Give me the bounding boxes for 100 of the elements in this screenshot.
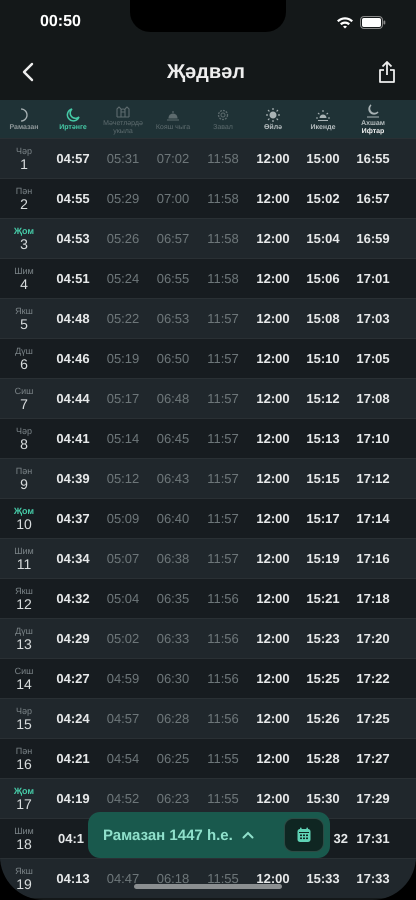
- time-cell: 05:17: [106, 391, 140, 406]
- time-cell: 05:07: [106, 551, 140, 566]
- day-number: 1: [20, 156, 28, 172]
- time-cell: 05:19: [106, 351, 140, 366]
- month-picker[interactable]: Рамазан 1447 һ.е.: [88, 812, 330, 858]
- day-number: 14: [16, 676, 32, 692]
- day-number: 19: [16, 876, 32, 892]
- time-cell: 05:14: [106, 431, 140, 446]
- time-cell: 06:35: [156, 591, 190, 606]
- time-cell: 17:08: [356, 391, 390, 406]
- weekday-label: Җом: [14, 226, 34, 236]
- weekday-label: Җом: [14, 506, 34, 516]
- time-cell: 05:04: [106, 591, 140, 606]
- day-number: 16: [16, 756, 32, 772]
- weekday-label: Чәр: [16, 706, 32, 716]
- time-cell: 12:00: [256, 471, 290, 486]
- time-cell: 15:21: [306, 591, 340, 606]
- time-cell: 04:52: [106, 791, 140, 806]
- day-number: 13: [16, 636, 32, 652]
- time-cell: 06:38: [156, 551, 190, 566]
- time-cell: 05:09: [106, 511, 140, 526]
- time-cell: 12:00: [256, 751, 290, 766]
- weekday-label: Шим: [14, 266, 34, 276]
- time-cell: 15:17: [306, 511, 340, 526]
- time-cell: 11:56: [207, 671, 239, 686]
- time-cell: 06:40: [156, 511, 190, 526]
- time-cell: 11:57: [207, 551, 239, 566]
- time-cell: 17:22: [356, 671, 390, 686]
- time-cell: 12:00: [256, 191, 290, 206]
- weekday-label: Дүш: [15, 346, 33, 356]
- time-cell: 04:19: [56, 791, 90, 806]
- time-cell: 05:22: [106, 311, 140, 326]
- time-cell: 04:57: [106, 711, 140, 726]
- crescent-moon-icon: [65, 106, 81, 123]
- time-cell: 12:00: [256, 671, 290, 686]
- time-cell: 15:15: [306, 471, 340, 486]
- time-cell: 04:44: [56, 391, 90, 406]
- time-cell: 15:25: [306, 671, 340, 686]
- weekday-label: Шим: [14, 826, 34, 836]
- time-cell: 12:00: [256, 511, 290, 526]
- time-cell: 15:23: [306, 631, 340, 646]
- time-cell: 06:48: [156, 391, 190, 406]
- time-cell: 15:28: [306, 751, 340, 766]
- time-cell: 16:57: [356, 191, 390, 206]
- time-cell: 05:29: [106, 191, 140, 206]
- day-number: 8: [20, 436, 28, 452]
- time-cell: 04:47: [106, 871, 140, 886]
- weekday-label: Дүш: [15, 626, 33, 636]
- time-cell: 17:25: [356, 711, 390, 726]
- time-cell: 11:57: [207, 351, 239, 366]
- time-cell: 05:26: [106, 231, 140, 246]
- day-number: 5: [20, 316, 28, 332]
- time-cell: 12:00: [256, 551, 290, 566]
- time-cell: 17:16: [356, 551, 390, 566]
- time-cell: 17:05: [356, 351, 390, 366]
- time-cell: 15:13: [306, 431, 340, 446]
- time-cell: 12:00: [256, 631, 290, 646]
- time-cell: 06:33: [156, 631, 190, 646]
- time-cell: 17:18: [356, 591, 390, 606]
- day-number: 18: [16, 836, 32, 852]
- time-cell: 11:57: [207, 311, 239, 326]
- chevron-left-icon: [22, 62, 34, 82]
- time-cell: 11:57: [207, 391, 239, 406]
- weekday-label: Җом: [14, 786, 34, 796]
- time-cell: 11:55: [207, 751, 239, 766]
- time-cell: 15:12: [306, 391, 340, 406]
- time-cell: 07:02: [156, 151, 190, 166]
- time-cell: 15:00: [306, 151, 340, 166]
- time-cell: 05:12: [106, 471, 140, 486]
- battery-icon: [360, 16, 386, 28]
- weekday-label: Сиш: [14, 666, 34, 676]
- time-cell: 12:00: [256, 271, 290, 286]
- time-cell: 11:57: [207, 511, 239, 526]
- time-cell: 15:08: [306, 311, 340, 326]
- screen-title: Җәдвәл: [166, 60, 246, 84]
- day-number: 15: [16, 716, 32, 732]
- time-cell: 04:46: [56, 351, 90, 366]
- month-picker-label[interactable]: Рамазан 1447 һ.е.: [103, 826, 233, 844]
- time-cell: 06:50: [156, 351, 190, 366]
- time-cell: 05:31: [106, 151, 140, 166]
- time-cell: 06:43: [156, 471, 190, 486]
- time-cell: 17:29: [356, 791, 390, 806]
- time-cell: 04:39: [56, 471, 90, 486]
- day-number: 6: [20, 356, 28, 372]
- time-cell: 11:58: [207, 271, 239, 286]
- calendar-icon: [297, 827, 311, 843]
- time-cell: 15:26: [306, 711, 340, 726]
- time-cell: 11:56: [207, 631, 239, 646]
- calendar-button[interactable]: [284, 818, 324, 852]
- moon-stars-icon: [365, 102, 381, 119]
- day-number: 9: [20, 476, 28, 492]
- sun-icon: [265, 106, 281, 123]
- time-cell: 12:00: [256, 711, 290, 726]
- time-cell: 11:56: [207, 711, 239, 726]
- time-cell: 12:00: [256, 311, 290, 326]
- weekday-label: Сиш: [14, 386, 34, 396]
- time-cell: 04:29: [56, 631, 90, 646]
- time-cell: 04:54: [106, 751, 140, 766]
- time-cell: 17:33: [356, 871, 390, 886]
- time-cell: 11:55: [207, 791, 239, 806]
